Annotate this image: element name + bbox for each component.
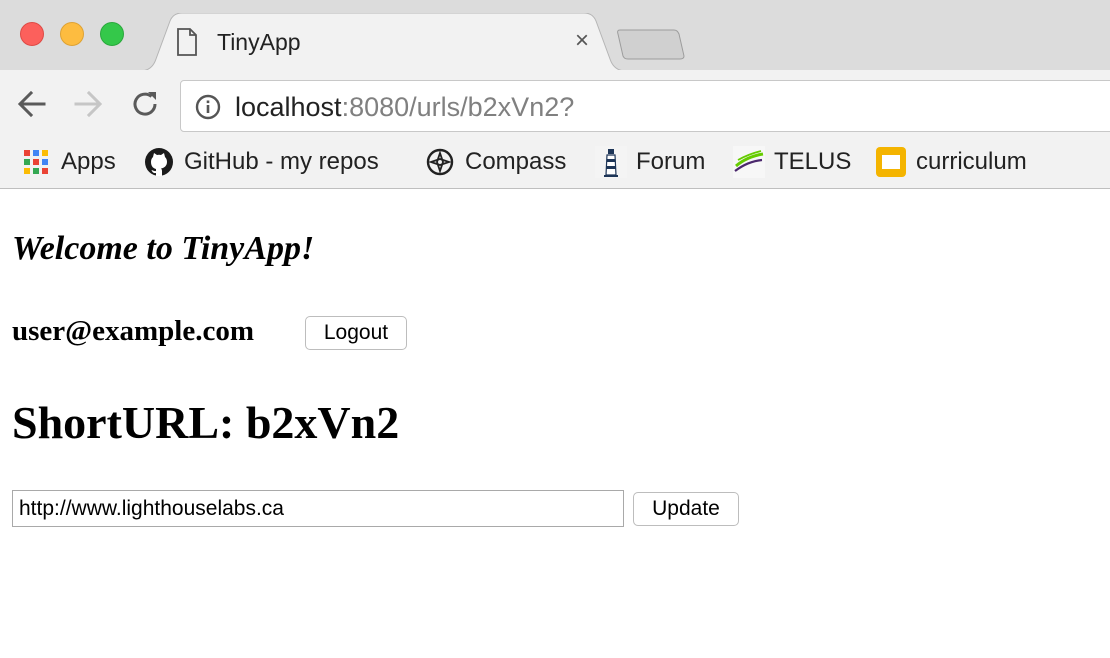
github-icon xyxy=(143,146,175,178)
address-bar[interactable]: localhost:8080/urls/b2xVn2? xyxy=(180,80,1110,132)
bookmark-telus[interactable]: TELUS xyxy=(733,145,851,179)
close-window-button[interactable] xyxy=(20,22,44,46)
tab-strip: TinyApp × xyxy=(0,0,1110,71)
telus-icon xyxy=(733,146,765,178)
tab-background xyxy=(140,13,626,71)
maximize-window-button[interactable] xyxy=(100,22,124,46)
lighthouse-icon xyxy=(595,146,627,178)
welcome-heading: Welcome to TinyApp! xyxy=(12,230,315,267)
long-url-input[interactable] xyxy=(12,490,624,527)
bookmarks-bar: Apps GitHub - my repos Compass Forum TEL… xyxy=(0,138,1110,189)
bookmark-label: Compass xyxy=(465,148,567,175)
bookmark-github[interactable]: GitHub - my repos xyxy=(143,145,379,179)
page-content: Welcome to TinyApp! user@example.com Log… xyxy=(0,190,1110,658)
tab-title: TinyApp xyxy=(217,29,301,55)
bookmark-label: Apps xyxy=(61,148,116,175)
bookmark-label: GitHub - my repos xyxy=(184,148,379,175)
info-icon[interactable] xyxy=(195,94,221,120)
user-email: user@example.com xyxy=(12,315,254,347)
compass-icon xyxy=(424,146,456,178)
close-tab-icon[interactable]: × xyxy=(570,27,594,55)
browser-toolbar: localhost:8080/urls/b2xVn2? xyxy=(0,70,1110,138)
logout-button[interactable]: Logout xyxy=(305,316,407,350)
bookmark-label: curriculum xyxy=(916,148,1027,175)
page-icon xyxy=(177,28,197,56)
bookmark-label: TELUS xyxy=(774,148,852,175)
bookmark-curriculum[interactable]: curriculum xyxy=(875,145,1027,179)
back-arrow-icon[interactable] xyxy=(14,86,50,122)
bookmark-apps[interactable]: Apps xyxy=(20,145,116,179)
slides-icon xyxy=(875,146,907,178)
forward-arrow-icon[interactable] xyxy=(70,86,106,122)
url-text[interactable]: localhost:8080/urls/b2xVn2? xyxy=(235,92,574,123)
update-button[interactable]: Update xyxy=(633,492,739,526)
bookmark-label: Forum xyxy=(636,148,706,175)
bookmark-compass[interactable]: Compass xyxy=(424,145,566,179)
tab-tinyapp[interactable]: TinyApp × xyxy=(140,13,626,71)
bookmark-forum[interactable]: Forum xyxy=(595,145,705,179)
url-path: :8080/urls/b2xVn2? xyxy=(341,92,575,122)
apps-grid-icon xyxy=(20,146,52,178)
minimize-window-button[interactable] xyxy=(60,22,84,46)
new-tab-button[interactable] xyxy=(616,28,686,60)
reload-icon[interactable] xyxy=(127,86,163,122)
url-host: localhost xyxy=(235,92,342,122)
short-url-heading: ShortURL: b2xVn2 xyxy=(12,397,400,448)
